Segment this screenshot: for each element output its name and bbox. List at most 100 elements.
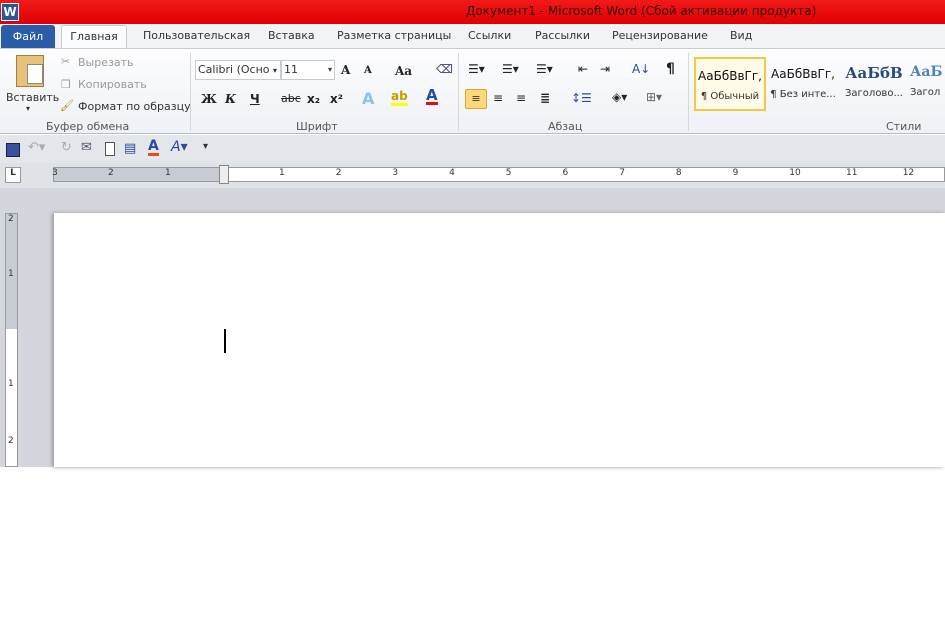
ruler-number: 1 xyxy=(8,379,14,389)
paste-dropdown-icon[interactable]: ▾ xyxy=(26,104,30,113)
font-group-label: Шрифт xyxy=(296,120,338,133)
borders-icon[interactable]: ⊞▾ xyxy=(646,90,662,104)
undo-icon[interactable]: ↶▾ xyxy=(28,140,45,155)
style-heading-1[interactable]: АаБбВ Заголово... xyxy=(838,57,910,111)
change-case-button[interactable]: Aa xyxy=(395,64,412,78)
tab-insert[interactable]: Вставка xyxy=(268,29,315,42)
word-logo-icon[interactable]: W xyxy=(1,3,19,21)
new-document-icon[interactable] xyxy=(105,142,115,156)
paste-button[interactable]: Вставить xyxy=(6,91,59,104)
ruler-number: 2 xyxy=(8,436,14,446)
styles-group-label: Стили xyxy=(886,120,922,133)
horizontal-ruler[interactable]: 3 2 1 1 2 3 4 5 6 7 8 9 10 11 12 xyxy=(52,165,945,184)
show-marks-button[interactable]: ¶ xyxy=(666,61,675,77)
numbering-icon[interactable]: ☰▾ xyxy=(502,62,519,76)
attach-icon[interactable]: ✉ xyxy=(81,140,92,155)
font-name-select[interactable]: Calibri (Осно ▾ xyxy=(195,60,281,80)
align-center-button[interactable]: ≡ xyxy=(493,91,503,105)
subscript-button[interactable]: x₂ xyxy=(307,92,320,106)
format-painter-button[interactable]: Формат по образцу xyxy=(78,100,191,113)
copy-icon[interactable]: ❐ xyxy=(61,78,71,91)
format-painter-icon[interactable]: 🖌 xyxy=(60,99,74,112)
ribbon-tabs: Файл Главная Пользовательская Вставка Ра… xyxy=(0,24,945,49)
redo-icon[interactable]: ↻ xyxy=(61,140,72,155)
indent-marker[interactable] xyxy=(219,165,229,184)
title-bar: W Документ1 - Microsoft Word (Сбой актив… xyxy=(0,0,945,24)
tab-file[interactable]: Файл xyxy=(1,25,55,48)
ruler-number: 3 xyxy=(52,168,58,178)
font-size-select[interactable]: 11 ▾ xyxy=(281,60,335,80)
font-color-button[interactable]: A xyxy=(426,88,438,105)
underline-button[interactable]: Ч xyxy=(250,92,260,106)
print-layout-icon[interactable]: ▤ xyxy=(124,141,136,156)
tab-selector-icon[interactable]: L xyxy=(5,167,21,183)
italic-button[interactable]: К xyxy=(225,92,236,106)
justify-button[interactable]: ≣ xyxy=(540,91,550,105)
style-no-spacing[interactable]: АаБбВвГг, ¶ Без инте... xyxy=(767,57,839,111)
align-left-button[interactable]: ≡ xyxy=(465,89,487,109)
paste-icon[interactable] xyxy=(16,55,44,87)
text-style-qat-icon[interactable]: A▾ xyxy=(171,139,188,155)
strikethrough-button[interactable]: abc xyxy=(281,92,301,105)
font-size-value: 11 xyxy=(284,63,298,76)
ruler-number: 3 xyxy=(392,168,399,178)
highlight-icon[interactable]: ab xyxy=(391,89,408,106)
tab-review[interactable]: Рецензирование xyxy=(612,29,708,42)
ruler-number: 2 xyxy=(8,214,14,224)
tab-mailings[interactable]: Рассылки xyxy=(535,29,590,42)
text-effects-button[interactable]: A xyxy=(362,89,374,108)
bullets-icon[interactable]: ☰▾ xyxy=(468,62,485,76)
document-page[interactable] xyxy=(54,213,945,467)
divider xyxy=(190,53,191,131)
style-heading-2[interactable]: АаБ Загол xyxy=(910,57,945,111)
superscript-button[interactable]: x² xyxy=(330,92,343,106)
ruler-number: 5 xyxy=(505,168,512,178)
font-color-qat-icon[interactable]: A xyxy=(148,139,159,156)
ruler-number: 2 xyxy=(335,168,342,178)
grow-font-button[interactable]: A xyxy=(341,63,350,77)
paragraph-group-label: Абзац xyxy=(548,120,583,133)
ruler-number: 9 xyxy=(732,168,739,178)
sort-icon[interactable]: A↓ xyxy=(632,62,650,76)
align-right-button[interactable]: ≡ xyxy=(516,91,526,105)
cut-icon[interactable]: ✂ xyxy=(61,55,70,68)
ruler-number: 11 xyxy=(846,168,858,178)
tab-references[interactable]: Ссылки xyxy=(468,29,511,42)
bold-button[interactable]: Ж xyxy=(201,92,217,106)
ruler-number: 4 xyxy=(449,168,455,178)
cut-button[interactable]: Вырезать xyxy=(78,56,133,69)
multilevel-list-icon[interactable]: ☰▾ xyxy=(536,62,553,76)
ruler-number: 10 xyxy=(789,168,801,178)
divider xyxy=(458,53,459,131)
ruler-number: 8 xyxy=(675,168,682,178)
vertical-ruler[interactable]: 2 1 1 2 xyxy=(5,213,18,467)
tab-page-layout[interactable]: Разметка страницы xyxy=(337,29,451,42)
save-icon[interactable] xyxy=(6,143,20,157)
copy-button[interactable]: Копировать xyxy=(78,78,147,91)
style-name: Заголово... xyxy=(845,88,903,99)
style-sample: АаБ xyxy=(910,64,943,80)
divider xyxy=(688,53,689,131)
shading-icon[interactable]: ◈▾ xyxy=(612,90,627,104)
style-normal[interactable]: АаБбВвГг, ¶ Обычный xyxy=(694,57,766,111)
ruler-number: 1 xyxy=(8,269,14,279)
customize-qat-icon[interactable]: ▾ xyxy=(203,141,208,152)
style-sample: АаБбВ xyxy=(845,64,903,82)
ribbon: Вставить ▾ ✂ Вырезать ❐ Копировать 🖌 Фор… xyxy=(0,48,945,134)
ruler-number: 7 xyxy=(619,168,625,178)
style-name: ¶ Обычный xyxy=(700,91,760,102)
ruler-number: 12 xyxy=(902,168,915,178)
line-spacing-icon[interactable]: ↕☰ xyxy=(571,91,592,105)
style-name: ¶ Без инте... xyxy=(770,89,836,100)
tab-custom[interactable]: Пользовательская xyxy=(143,29,250,42)
shrink-font-button[interactable]: A xyxy=(364,65,372,76)
ruler-number: 1 xyxy=(165,168,171,178)
increase-indent-icon[interactable]: ⇥ xyxy=(600,62,610,76)
tab-view[interactable]: Вид xyxy=(730,29,752,42)
clear-formatting-icon[interactable]: ⌫ xyxy=(436,62,453,76)
text-cursor xyxy=(224,329,226,353)
tab-home[interactable]: Главная xyxy=(61,25,127,49)
decrease-indent-icon[interactable]: ⇤ xyxy=(578,62,588,76)
style-sample: АаБбВвГг, xyxy=(771,67,835,81)
style-sample: АаБбВвГг, xyxy=(698,69,762,83)
